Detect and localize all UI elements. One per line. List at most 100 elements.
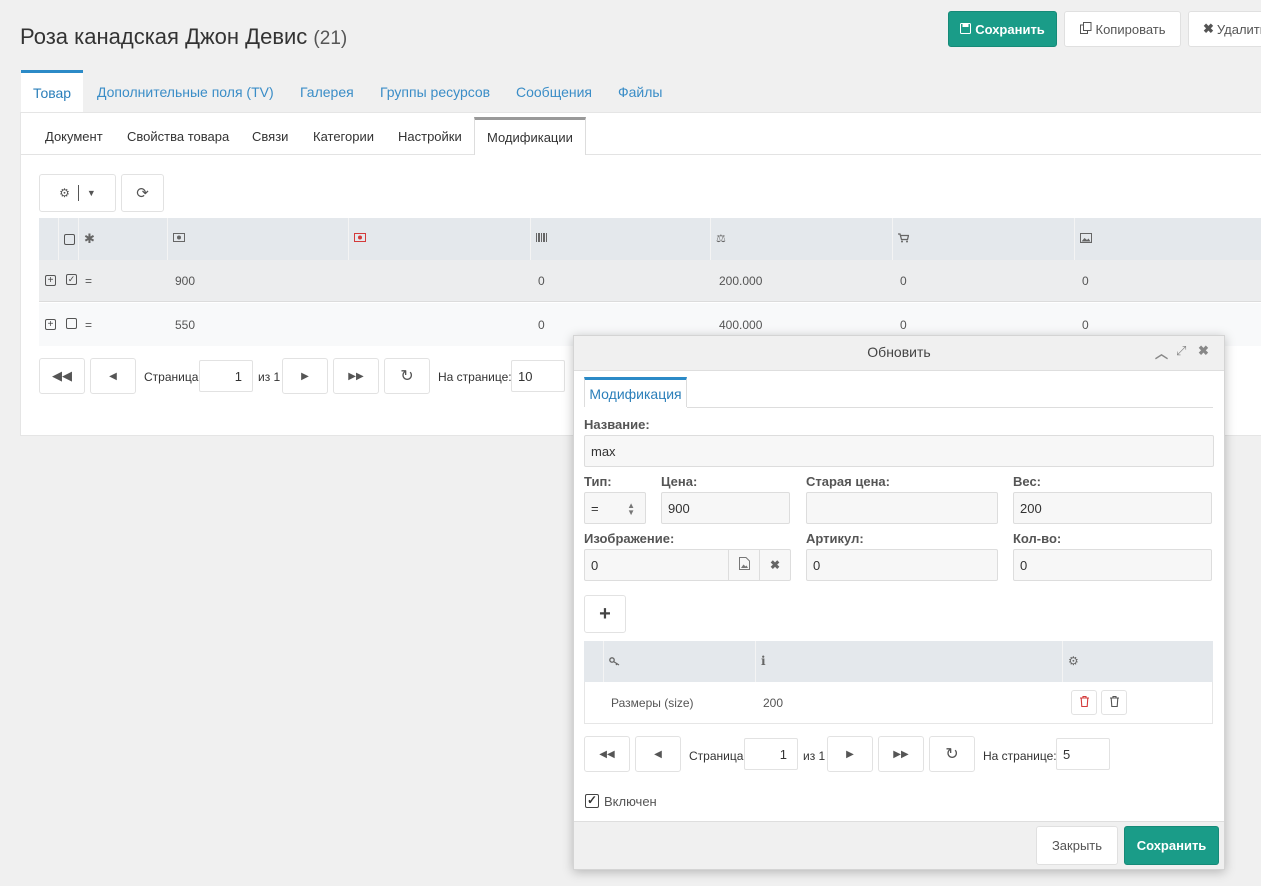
tab-product-properties[interactable]: Свойства товара [127,118,229,154]
page-title: Роза канадская Джон Девис (21) [20,24,347,50]
cart-icon [898,233,910,246]
page-label: Страница [144,370,199,384]
table-row[interactable] [39,260,1261,302]
expand-icon[interactable]: + [45,275,56,286]
col-divider [710,218,711,260]
count-label: Кол-во: [1013,531,1062,546]
type-label: Тип: [584,474,612,489]
browse-image-button[interactable] [728,550,759,580]
delete-button-label: Удалить [1216,21,1261,37]
name-label: Название: [584,417,650,432]
tab-settings[interactable]: Настройки [398,118,462,154]
close-icon: ✖ [1203,21,1214,36]
save-button[interactable]: Сохранить [948,11,1057,47]
delete-option-button[interactable] [1101,690,1127,715]
image-cell: 0 [1082,318,1089,332]
image-file-icon [738,557,750,573]
gears-icon: ⚙ [59,186,70,200]
page-input[interactable]: 1 [744,738,798,770]
first-page-button[interactable]: ◀◀ [584,736,630,772]
article-input[interactable]: 0 [806,549,998,581]
weight-label: Вес: [1013,474,1042,489]
tab-resource-groups[interactable]: Группы ресурсов [368,70,502,113]
article-cell: 0 [538,274,545,288]
copy-icon [1079,21,1092,37]
clear-image-button[interactable]: ✖ [759,550,790,580]
weight-input[interactable]: 200 [1013,492,1212,524]
remove-option-button[interactable] [1071,690,1097,715]
double-left-icon: ◀◀ [599,748,615,760]
price-cell: 550 [175,318,196,332]
tab-links[interactable]: Связи [252,118,288,154]
tab-gallery[interactable]: Галерея [288,70,366,113]
modal-save-button[interactable]: Сохранить [1124,826,1219,865]
double-right-icon: ▶▶ [348,370,364,382]
per-page-label: На странице: [983,749,1057,763]
per-page-input[interactable]: 5 [1056,738,1110,770]
count-input[interactable]: 0 [1013,549,1212,581]
refresh-page-button[interactable]: ↻ [929,736,975,772]
next-page-button[interactable]: ▶ [827,736,873,772]
weight-icon: ⚖ [716,233,726,245]
chevron-right-icon: ▶ [301,370,309,382]
row-checkbox[interactable] [66,318,77,329]
close-button[interactable]: Закрыть [1036,826,1118,865]
name-input[interactable]: max [584,435,1214,467]
per-page-input[interactable]: 10 [511,360,565,392]
page-title-text: Роза канадская Джон Девис [20,24,308,49]
tab-categories[interactable]: Категории [313,118,374,154]
col-divider [58,218,59,260]
prev-page-button[interactable]: ◀ [635,736,681,772]
key-icon [609,655,620,669]
price-input[interactable]: 900 [661,492,790,524]
collapse-icon[interactable]: ︿ [1155,343,1168,362]
sort-icon: ▲ ▼ [627,501,635,517]
next-page-button[interactable]: ▶ [282,358,328,394]
price-label: Цена: [661,474,698,489]
old-price-icon [354,233,366,245]
weight-cell: 400.000 [719,318,763,332]
refresh-icon: ↻ [945,746,959,763]
tab-product[interactable]: Товар [21,70,84,113]
col-divider [167,218,168,260]
divider [77,185,79,201]
add-option-button[interactable]: + [584,595,626,633]
actions-menu-button[interactable]: ⚙ ▼ [39,174,116,212]
gears-icon: ⚙ [1068,654,1079,668]
col-divider [78,218,79,260]
copy-button[interactable]: Копировать [1064,11,1181,47]
last-page-button[interactable]: ▶▶ [333,358,379,394]
refresh-page-button[interactable]: ↻ [384,358,430,394]
tab-tv[interactable]: Дополнительные поля (TV) [85,70,286,113]
tab-modification[interactable]: Модификация [584,377,687,407]
page-input[interactable]: 1 [199,360,253,392]
expand-icon[interactable]: + [45,319,56,330]
enabled-checkbox[interactable]: ✓ [585,794,599,808]
prev-page-button[interactable]: ◀ [90,358,136,394]
delete-button[interactable]: ✖ Удалить [1188,11,1261,47]
article-cell: 0 [538,318,545,332]
double-left-icon: ◀◀ [52,368,72,383]
first-page-button[interactable]: ◀◀ [39,358,85,394]
row-checkbox[interactable]: ✓ [66,274,77,285]
tab-document[interactable]: Документ [45,118,103,154]
trash-icon [1079,695,1089,710]
refresh-icon: ⟳ [136,185,149,202]
tab-underline [687,407,1213,408]
per-page-label: На странице: [438,370,512,384]
type-select[interactable]: = ▲ ▼ [584,492,646,524]
page-title-count: (21) [313,28,348,49]
old-price-input[interactable] [806,492,998,524]
expand-window-icon[interactable]: ⤢ [1176,343,1186,359]
trash-icon [1109,695,1119,710]
article-label: Артикул: [806,531,864,546]
select-all-checkbox[interactable] [64,234,75,245]
close-icon[interactable]: ✖ [1198,343,1209,359]
save-button-label: Сохранить [975,21,1045,37]
enabled-label: Включен [604,794,657,809]
tab-messages[interactable]: Сообщения [504,70,604,113]
last-page-button[interactable]: ▶▶ [878,736,924,772]
tab-modifications[interactable]: Модификации [474,117,586,155]
tab-files[interactable]: Файлы [606,70,674,113]
refresh-button[interactable]: ⟳ [121,174,164,212]
